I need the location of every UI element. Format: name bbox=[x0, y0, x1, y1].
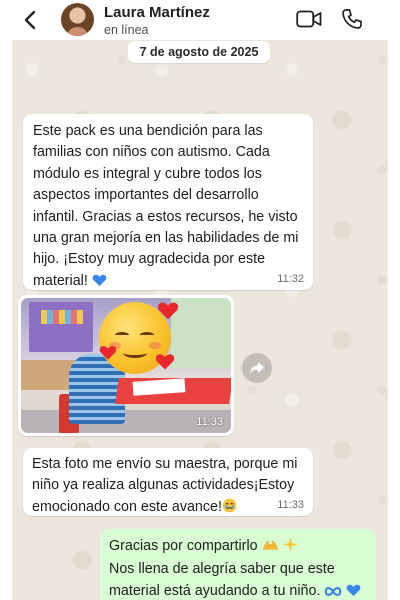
avatar[interactable] bbox=[61, 3, 94, 36]
message-text: Este pack es una bendición para las fami… bbox=[33, 121, 303, 294]
message-time: 11:32 bbox=[277, 273, 304, 285]
photo-attachment[interactable]: 11:33 bbox=[21, 298, 231, 433]
infinity-icon bbox=[324, 583, 342, 600]
message-text: Esta foto me envío su maestra, porque mi… bbox=[32, 454, 304, 520]
message-time: 11:33 bbox=[277, 499, 304, 511]
heart-emoji-icon bbox=[99, 346, 117, 360]
contact-name[interactable]: Laura Martínez bbox=[104, 4, 210, 21]
message-bubble-incoming[interactable]: Este pack es una bendición para las fami… bbox=[23, 114, 313, 290]
message-text: Gracias por compartirlo Nos llena de ale… bbox=[109, 536, 367, 600]
chat-header: Laura Martínez en línea bbox=[0, 0, 400, 40]
message-bubble-outgoing[interactable]: Gracias por compartirlo Nos llena de ale… bbox=[100, 529, 376, 600]
video-call-icon[interactable] bbox=[296, 10, 322, 28]
blue-heart-icon bbox=[346, 583, 361, 600]
heart-emoji-icon bbox=[155, 354, 175, 370]
sparkles-icon bbox=[282, 537, 298, 559]
blue-heart-icon bbox=[92, 273, 107, 294]
heart-emoji-icon bbox=[157, 302, 179, 320]
message-bubble-incoming[interactable]: Esta foto me envío su maestra, porque mi… bbox=[23, 448, 313, 516]
forward-icon[interactable] bbox=[242, 353, 272, 383]
hands-icon bbox=[262, 538, 279, 559]
contact-status: en línea bbox=[104, 23, 149, 37]
date-separator: 7 de agosto de 2025 bbox=[128, 41, 270, 63]
back-arrow-icon[interactable] bbox=[20, 8, 40, 32]
message-time: 11:33 bbox=[196, 416, 223, 428]
message-bubble-photo[interactable]: 11:33 bbox=[18, 295, 234, 436]
phone-call-icon[interactable] bbox=[341, 8, 363, 30]
crying-face-icon bbox=[222, 498, 237, 520]
